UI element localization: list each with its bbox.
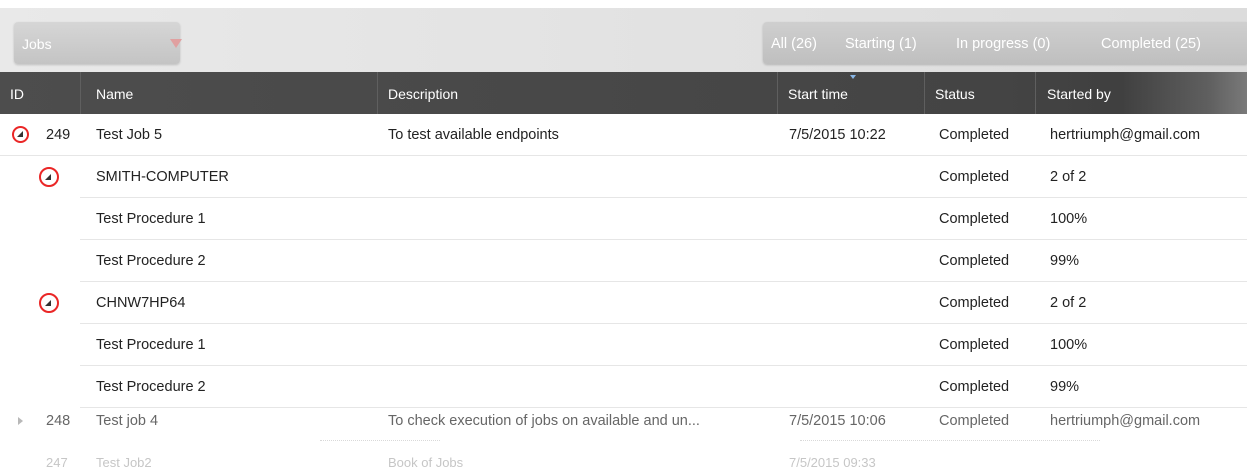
- procedure-progress: 99%: [1050, 253, 1080, 269]
- job-id: 249: [46, 127, 71, 143]
- job-status: Completed: [939, 413, 1010, 429]
- column-divider[interactable]: [80, 72, 81, 114]
- table-row[interactable]: 247 Test Job2 Book of Jobs 7/5/2015 09:3…: [0, 442, 1247, 468]
- status-filter-bar: All (26) Starting (1) In progress (0) Co…: [763, 22, 1247, 64]
- column-header-name[interactable]: Name: [96, 72, 133, 114]
- collapse-toggle-icon[interactable]: [39, 293, 59, 313]
- filter-all[interactable]: All (26): [771, 36, 817, 52]
- endpoint-status: Completed: [939, 169, 1010, 185]
- column-divider[interactable]: [1035, 72, 1036, 114]
- jobs-panel: Jobs All (26) Starting (1) In progress (…: [0, 0, 1247, 468]
- view-select-dropdown[interactable]: Jobs: [14, 22, 182, 64]
- job-started-by: hertriumph@gmail.com: [1050, 413, 1201, 429]
- collapse-toggle-icon[interactable]: [12, 126, 29, 143]
- toolbar-top-edge: [0, 0, 1247, 8]
- column-header-started-by[interactable]: Started by: [1047, 72, 1111, 114]
- column-divider[interactable]: [377, 72, 378, 114]
- table-row[interactable]: 248 Test job 4 To check execution of job…: [0, 400, 1247, 442]
- column-divider[interactable]: [777, 72, 778, 114]
- job-started-by: hertriumph@gmail.com: [1050, 127, 1201, 143]
- procedure-name: Test Procedure 1: [96, 211, 206, 227]
- procedure-name: Test Procedure 1: [96, 337, 206, 353]
- procedure-status: Completed: [939, 211, 1010, 227]
- job-name: Test Job2: [96, 455, 152, 468]
- job-name: Test Job 5: [96, 127, 163, 143]
- filter-starting[interactable]: Starting (1): [845, 36, 917, 52]
- sort-indicator-icon: [850, 75, 856, 79]
- endpoint-status: Completed: [939, 295, 1010, 311]
- procedure-progress: 100%: [1050, 211, 1088, 227]
- collapse-toggle-icon[interactable]: [39, 167, 59, 187]
- procedure-status: Completed: [939, 337, 1010, 353]
- job-description: To test available endpoints: [388, 127, 559, 143]
- column-header-description[interactable]: Description: [388, 72, 458, 114]
- filter-in-progress[interactable]: In progress (0): [956, 36, 1050, 52]
- table-header: ID Name Description Start time Status St…: [0, 72, 1247, 114]
- chevron-down-icon[interactable]: [170, 39, 182, 48]
- endpoint-name: SMITH-COMPUTER: [96, 169, 229, 185]
- toolbar: Jobs All (26) Starting (1) In progress (…: [0, 0, 1247, 72]
- job-status: Completed: [939, 127, 1010, 143]
- procedure-row[interactable]: Test Procedure 2 Completed 99%: [0, 240, 1247, 282]
- job-name: Test job 4: [96, 413, 159, 429]
- endpoint-row[interactable]: CHNW7HP64 Completed 2 of 2: [0, 282, 1247, 324]
- endpoint-name: CHNW7HP64: [96, 295, 186, 311]
- row-divider: [800, 440, 1100, 441]
- endpoint-progress: 2 of 2: [1050, 169, 1087, 185]
- header-gloss: [1120, 72, 1247, 114]
- procedure-name: Test Procedure 2: [96, 253, 206, 269]
- column-header-status[interactable]: Status: [935, 72, 975, 114]
- job-start-time: 7/5/2015 10:22: [789, 127, 886, 143]
- column-divider[interactable]: [924, 72, 925, 114]
- column-header-start-time[interactable]: Start time: [788, 72, 848, 114]
- filter-completed[interactable]: Completed (25): [1101, 36, 1201, 52]
- job-id: 248: [46, 413, 71, 429]
- column-header-id[interactable]: ID: [10, 72, 24, 114]
- endpoint-row[interactable]: SMITH-COMPUTER Completed 2 of 2: [0, 156, 1247, 198]
- procedure-status: Completed: [939, 253, 1010, 269]
- job-start-time: 7/5/2015 10:06: [789, 413, 886, 429]
- procedure-row[interactable]: Test Procedure 1 Completed 100%: [0, 324, 1247, 366]
- job-start-time: 7/5/2015 09:33: [789, 455, 876, 468]
- procedure-row[interactable]: Test Procedure 1 Completed 100%: [0, 198, 1247, 240]
- job-description: Book of Jobs: [388, 455, 464, 468]
- expand-toggle-icon[interactable]: [18, 417, 23, 425]
- row-divider: [320, 440, 440, 441]
- table-row[interactable]: 249 Test Job 5 To test available endpoin…: [0, 114, 1247, 156]
- endpoint-progress: 2 of 2: [1050, 295, 1087, 311]
- job-id: 247: [46, 455, 68, 468]
- view-select-value: Jobs: [22, 36, 52, 52]
- procedure-progress: 100%: [1050, 337, 1088, 353]
- job-description: To check execution of jobs on available …: [388, 413, 700, 429]
